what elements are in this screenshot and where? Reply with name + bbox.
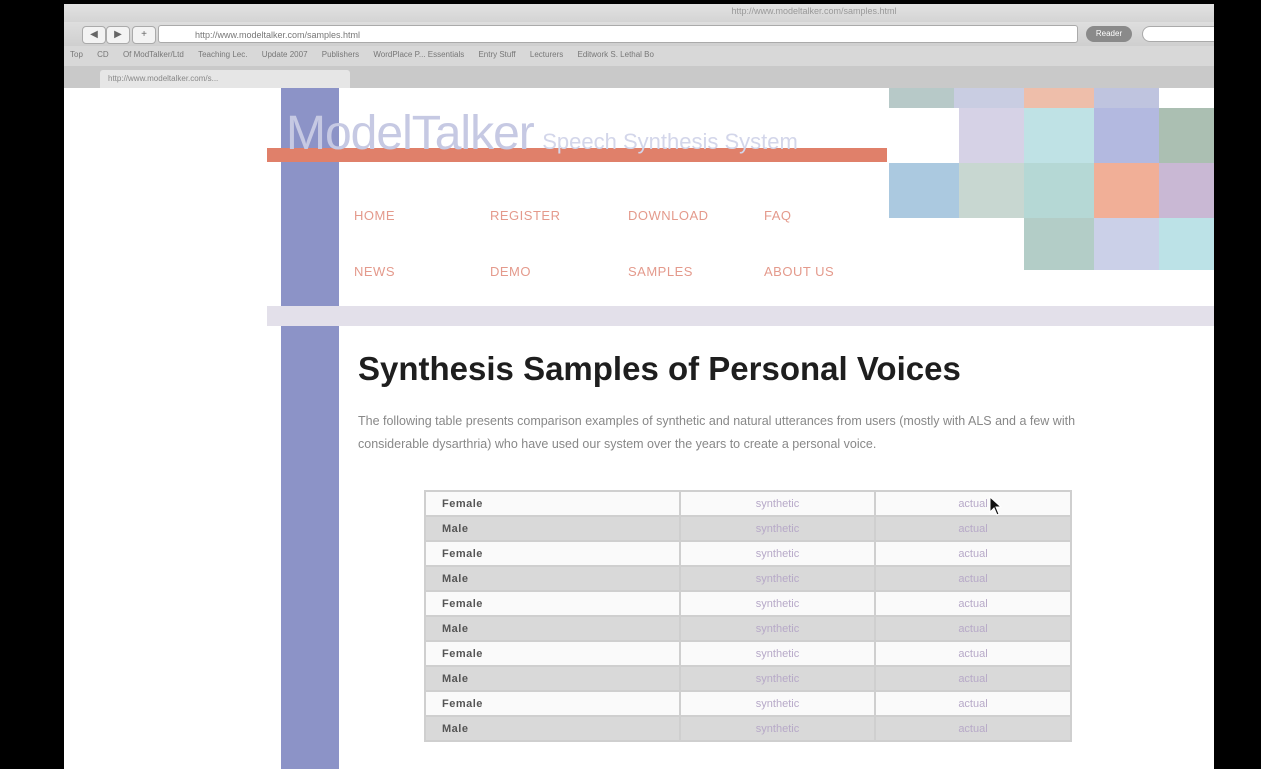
reader-button[interactable]: Reader	[1086, 26, 1132, 42]
arrow-cursor-icon	[989, 496, 1003, 516]
bookmark-item[interactable]: Editwork S. Lethal Bo	[577, 50, 653, 59]
bookmark-item[interactable]: Publishers	[322, 50, 359, 59]
tab-strip: http://www.modeltalker.com/s...	[64, 66, 1214, 88]
back-button[interactable]: ◀	[82, 26, 106, 44]
gender-cell: Female	[424, 490, 681, 517]
gender-cell: Male	[424, 515, 681, 542]
gender-cell: Male	[424, 715, 681, 742]
nav-faq[interactable]: FAQ	[764, 208, 792, 223]
logo-subtitle: Speech Synthesis System	[542, 129, 798, 154]
add-bookmark-button[interactable]: +	[132, 26, 156, 44]
address-bar[interactable]: http://www.modeltalker.com/samples.html	[158, 25, 1078, 43]
gender-cell: Male	[424, 665, 681, 692]
actual-link[interactable]: actual	[874, 565, 1072, 592]
actual-link[interactable]: actual	[874, 590, 1072, 617]
logo-main-text: ModelTalker	[286, 107, 535, 160]
intro-paragraph: The following table presents comparison …	[358, 414, 1076, 451]
web-page: ModelTalker Speech Synthesis System HOME…	[64, 88, 1214, 769]
search-input[interactable]	[1142, 26, 1214, 42]
table-row: Male synthetic actual	[424, 715, 1072, 742]
left-color-bar	[281, 88, 339, 769]
gender-cell: Female	[424, 590, 681, 617]
synthetic-link[interactable]: synthetic	[679, 665, 876, 692]
bookmark-item[interactable]: Entry Stuff	[478, 50, 515, 59]
bookmark-item[interactable]: CD	[97, 50, 109, 59]
tab-active[interactable]: http://www.modeltalker.com/s...	[100, 70, 350, 88]
bookmark-item[interactable]: Top	[70, 50, 83, 59]
gender-cell: Female	[424, 640, 681, 667]
actual-link[interactable]: actual	[874, 540, 1072, 567]
samples-table: Female synthetic actual Male synthetic actual…	[424, 490, 1072, 742]
bookmark-item[interactable]: Lecturers	[530, 50, 563, 59]
nav-download[interactable]: DOWNLOAD	[628, 208, 709, 223]
forward-button[interactable]: ▶	[106, 26, 130, 44]
window-titlebar: http://www.modeltalker.com/samples.html	[64, 4, 1214, 22]
actual-link[interactable]: actual	[874, 615, 1072, 642]
table-row: Female synthetic actual	[424, 490, 1072, 517]
table-row: Female synthetic actual	[424, 590, 1072, 617]
synthetic-link[interactable]: synthetic	[679, 715, 876, 742]
nav-news[interactable]: NEWS	[354, 264, 395, 279]
table-row: Male synthetic actual	[424, 665, 1072, 692]
nav-register[interactable]: REGISTER	[490, 208, 560, 223]
header-photo-collage	[889, 88, 1214, 278]
actual-link[interactable]: actual	[874, 690, 1072, 717]
synthetic-link[interactable]: synthetic	[679, 540, 876, 567]
site-navigation: HOME REGISTER DOWNLOAD FAQ NEWS DEMO SAM…	[354, 208, 874, 308]
gender-cell: Male	[424, 565, 681, 592]
nav-home[interactable]: HOME	[354, 208, 395, 223]
table-row: Male synthetic actual	[424, 515, 1072, 542]
browser-window: http://www.modeltalker.com/samples.html …	[64, 4, 1214, 769]
actual-link[interactable]: actual	[874, 715, 1072, 742]
bookmark-item[interactable]: Of ModTalker/Ltd	[123, 50, 184, 59]
table-row: Female synthetic actual	[424, 640, 1072, 667]
synthetic-link[interactable]: synthetic	[679, 640, 876, 667]
browser-toolbar: ◀ ▶ + http://www.modeltalker.com/samples…	[64, 22, 1214, 46]
table-row: Female synthetic actual	[424, 690, 1072, 717]
section-separator	[267, 306, 1214, 326]
nav-samples[interactable]: SAMPLES	[628, 264, 693, 279]
table-row: Female synthetic actual	[424, 540, 1072, 567]
page-title: Synthesis Samples of Personal Voices	[358, 350, 961, 387]
gender-cell: Female	[424, 690, 681, 717]
bookmark-item[interactable]: WordPlace P... Essentials	[373, 50, 464, 59]
synthetic-link[interactable]: synthetic	[679, 490, 876, 517]
synthetic-link[interactable]: synthetic	[679, 690, 876, 717]
table-row: Male synthetic actual	[424, 565, 1072, 592]
actual-link[interactable]: actual	[874, 665, 1072, 692]
actual-link[interactable]: actual	[874, 515, 1072, 542]
nav-demo[interactable]: DEMO	[490, 264, 531, 279]
actual-link[interactable]: actual	[874, 490, 1072, 517]
gender-cell: Female	[424, 540, 681, 567]
actual-link[interactable]: actual	[874, 640, 1072, 667]
bookmarks-bar: Top CD Of ModTalker/Ltd Teaching Lec. Up…	[64, 46, 1214, 66]
gender-cell: Male	[424, 615, 681, 642]
bookmark-item[interactable]: Teaching Lec.	[198, 50, 247, 59]
synthetic-link[interactable]: synthetic	[679, 615, 876, 642]
site-logo[interactable]: ModelTalker Speech Synthesis System	[286, 106, 798, 160]
synthetic-link[interactable]: synthetic	[679, 515, 876, 542]
synthetic-link[interactable]: synthetic	[679, 565, 876, 592]
synthetic-link[interactable]: synthetic	[679, 590, 876, 617]
titlebar-url: http://www.modeltalker.com/samples.html	[731, 6, 897, 16]
nav-about-us[interactable]: ABOUT US	[764, 264, 834, 279]
bookmark-item[interactable]: Update 2007	[262, 50, 308, 59]
table-row: Male synthetic actual	[424, 615, 1072, 642]
